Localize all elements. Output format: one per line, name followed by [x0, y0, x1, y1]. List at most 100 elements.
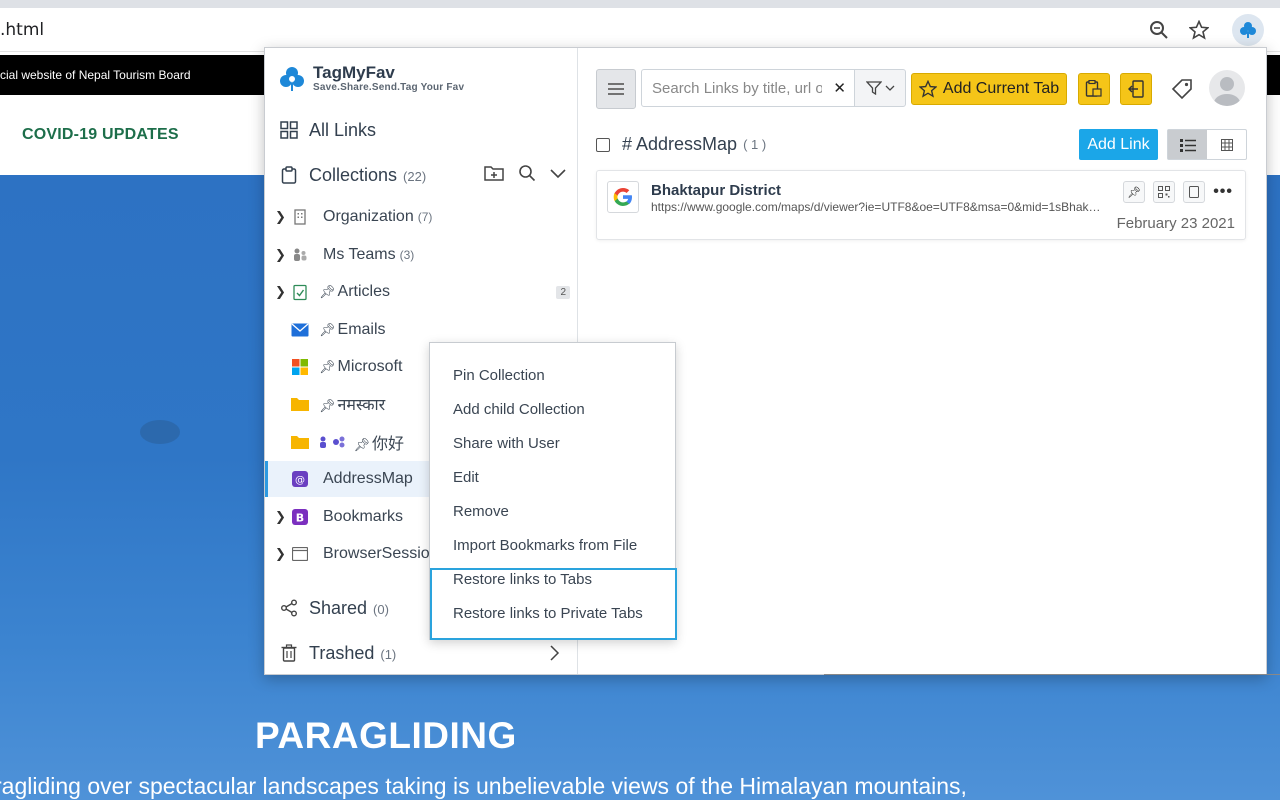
collection-title: # AddressMap: [622, 134, 738, 154]
link-date: February 23 2021: [1116, 215, 1235, 232]
brand: TagMyFav Save.Share.Send.Tag Your Fav: [277, 64, 464, 94]
pin-icon: 📌︎: [319, 322, 336, 337]
tree-item-label: 你好: [371, 436, 404, 453]
tags-icon[interactable]: [1170, 77, 1194, 106]
trashed-label: Trashed: [309, 642, 375, 663]
filter-icon: [865, 81, 882, 95]
collections-count: (22): [403, 168, 427, 184]
at-icon: @: [291, 470, 309, 488]
tree-item-ms-teams[interactable]: ❯ Ms Teams (3): [265, 237, 578, 273]
filter-dropdown-button[interactable]: [854, 69, 906, 107]
pin-link-button[interactable]: 📌︎: [1123, 181, 1146, 203]
brand-tagline: Save.Share.Send.Tag Your Fav: [313, 82, 465, 93]
address-bar[interactable]: .html: [0, 8, 1280, 52]
window-icon: [291, 545, 309, 563]
add-current-tab-button[interactable]: Add Current Tab: [911, 73, 1067, 105]
microsoft-icon: [291, 358, 309, 376]
menu-item-share-with-user[interactable]: Share with User: [430, 426, 675, 460]
shared-count: (0): [373, 601, 389, 617]
extension-icon[interactable]: [1232, 14, 1264, 46]
tree-item-count: (7): [417, 210, 433, 224]
share-icon: [279, 598, 299, 618]
add-link-button[interactable]: Add Link: [1079, 129, 1158, 160]
nav-collections[interactable]: Collections (22): [265, 157, 578, 193]
chevron-right-icon[interactable]: ❯: [275, 284, 286, 300]
clear-search-icon[interactable]: ✕: [833, 79, 846, 97]
link-title[interactable]: Bhaktapur District: [651, 182, 781, 199]
trash-icon: [279, 643, 299, 663]
add-current-tab-label: Add Current Tab: [942, 80, 1060, 97]
more-options-icon[interactable]: •••: [1213, 183, 1233, 201]
bootstrap-icon: B: [291, 508, 309, 526]
menu-item-remove[interactable]: Remove: [430, 494, 675, 528]
tree-item-articles[interactable]: ❯ 📌︎ Articles 2: [265, 274, 578, 310]
nav-all-links[interactable]: All Links: [265, 112, 578, 148]
url-text[interactable]: .html: [0, 20, 44, 40]
search-input[interactable]: [642, 70, 822, 106]
grid-view-button[interactable]: [1207, 130, 1246, 159]
tree-item-label: AddressMap: [323, 470, 413, 487]
list-view-button[interactable]: [1168, 130, 1207, 159]
clipboard-check-icon: [291, 283, 309, 301]
pin-icon: 📌︎: [319, 398, 336, 413]
folder-icon: [291, 433, 309, 451]
select-all-checkbox[interactable]: [596, 137, 610, 152]
shared-users-icon: [319, 436, 349, 453]
tree-item-label: Emails: [337, 321, 386, 338]
qr-code-button[interactable]: [1153, 181, 1176, 203]
chevron-right-icon[interactable]: ❯: [275, 247, 286, 263]
collection-context-menu: Pin Collection Add child Collection Shar…: [429, 342, 677, 640]
chevron-right-icon[interactable]: ❯: [275, 509, 286, 525]
chevron-right-icon[interactable]: ❯: [275, 209, 286, 225]
collection-link-count: ( 1 ): [743, 137, 767, 152]
menu-item-add-child-collection[interactable]: Add child Collection: [430, 392, 675, 426]
count-badge: 2: [556, 285, 570, 299]
hamburger-icon: [608, 83, 624, 95]
brand-name: TagMyFav: [313, 63, 395, 82]
svg-text:B: B: [296, 512, 304, 525]
add-folder-icon[interactable]: [484, 164, 504, 187]
hero-title: PARAGLIDING: [255, 715, 517, 756]
pin-icon: 📌︎: [319, 359, 336, 374]
chevron-right-icon[interactable]: [550, 645, 560, 666]
tree-item-label: Microsoft: [337, 358, 403, 375]
paraglider-image: [140, 420, 180, 444]
chevron-down-icon[interactable]: [550, 166, 566, 184]
link-url[interactable]: https://www.google.com/maps/d/viewer?ie=…: [651, 200, 1101, 214]
view-toggle: [1167, 129, 1247, 160]
main-pane: ✕ Add Current Tab # AddressMap ( 1 ) Add…: [578, 48, 1280, 675]
tree-item-label: Bookmarks: [323, 508, 404, 525]
svg-text:@: @: [295, 475, 305, 486]
restore-tabs-button[interactable]: [1120, 73, 1152, 105]
menu-item-pin-collection[interactable]: Pin Collection: [430, 358, 675, 392]
clipboard-icon: [279, 165, 299, 185]
list-view-icon: [1179, 138, 1196, 152]
tree-item-label: Organization: [323, 208, 414, 225]
tree-item-organization[interactable]: ❯ Organization (7): [265, 199, 578, 235]
hero-subtitle: ragliding over spectacular landscapes ta…: [0, 773, 967, 799]
chevron-right-icon[interactable]: ❯: [275, 546, 286, 562]
horizontal-scrollbar[interactable]: [824, 674, 1280, 675]
collection-header: # AddressMap ( 1 ): [596, 134, 766, 155]
nav-trashed[interactable]: Trashed (1): [265, 635, 578, 671]
save-all-tabs-button[interactable]: [1078, 73, 1110, 105]
link-card[interactable]: Bhaktapur District https://www.google.co…: [596, 170, 1246, 240]
export-icon: [1128, 80, 1144, 98]
menu-item-import-bookmarks[interactable]: Import Bookmarks from File: [430, 528, 675, 562]
star-icon: [918, 80, 937, 98]
covid-updates-link[interactable]: COVID-19 UPDATES: [22, 126, 179, 144]
pin-icon: 📌︎: [1127, 186, 1142, 199]
all-links-label: All Links: [309, 119, 377, 140]
mail-icon: [291, 321, 309, 339]
copy-link-button[interactable]: [1183, 181, 1206, 203]
search-collections-icon[interactable]: [518, 164, 536, 187]
avatar[interactable]: [1209, 70, 1245, 106]
building-icon: [291, 208, 309, 226]
hamburger-menu-button[interactable]: [596, 69, 636, 109]
bookmark-star-icon[interactable]: [1185, 16, 1213, 44]
chevron-down-icon: [885, 85, 894, 91]
menu-item-restore-links-to-private-tabs[interactable]: Restore links to Private Tabs: [430, 596, 675, 630]
menu-item-restore-links-to-tabs[interactable]: Restore links to Tabs: [430, 562, 675, 596]
menu-item-edit[interactable]: Edit: [430, 460, 675, 494]
zoom-icon[interactable]: [1145, 16, 1173, 44]
